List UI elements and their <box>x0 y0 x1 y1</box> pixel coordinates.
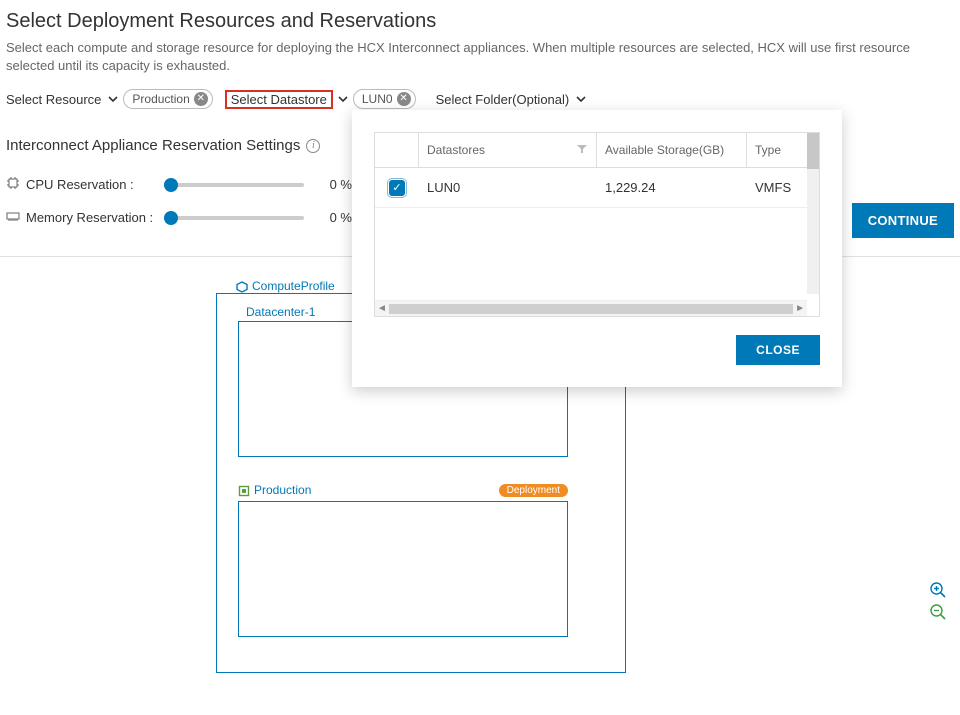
dropdown-footer: CLOSE <box>374 335 820 365</box>
slider-thumb[interactable] <box>164 178 178 192</box>
zoom-out-button[interactable] <box>928 602 948 622</box>
cpu-reservation-slider[interactable] <box>164 183 304 187</box>
row-type: VMFS <box>747 168 807 207</box>
select-datastore-label: Select Datastore <box>229 90 329 109</box>
chevron-down-icon[interactable] <box>107 93 119 105</box>
zoom-controls <box>928 580 948 622</box>
selectors-row: Select Resource Production ✕ Select Data… <box>0 89 960 109</box>
cpu-reservation-value: 0 % <box>312 177 352 192</box>
resource-chip[interactable]: Production ✕ <box>123 89 212 109</box>
row-checkbox-cell: ✓ <box>375 168 419 207</box>
hexagon-icon <box>236 279 248 293</box>
compute-profile-text: ComputeProfile <box>252 279 335 293</box>
continue-button[interactable]: CONTINUE <box>852 203 954 238</box>
datastore-chip[interactable]: LUN0 ✕ <box>353 89 416 109</box>
row-checkbox[interactable]: ✓ <box>389 180 405 196</box>
select-resource-label: Select Resource <box>4 90 103 109</box>
close-icon[interactable]: ✕ <box>194 92 208 106</box>
production-text: Production <box>254 483 311 497</box>
chip-label: Production <box>132 92 189 106</box>
col-type[interactable]: Type <box>747 133 807 167</box>
close-button[interactable]: CLOSE <box>736 335 820 365</box>
table-body-empty <box>375 208 807 300</box>
select-folder-group[interactable]: Select Folder(Optional) <box>434 90 588 109</box>
page-description: Select each compute and storage resource… <box>0 37 960 89</box>
vertical-scrollbar[interactable] <box>807 133 819 294</box>
resource-icon <box>238 483 250 497</box>
row-name: LUN0 <box>419 168 597 207</box>
memory-icon <box>6 209 20 226</box>
chevron-down-icon[interactable] <box>575 93 587 105</box>
scroll-right-icon[interactable]: ► <box>795 303 805 314</box>
select-resource-group[interactable]: Select Resource Production ✕ <box>4 89 213 109</box>
horizontal-scrollbar[interactable]: ◄ ► <box>375 300 807 316</box>
settings-title-text: Interconnect Appliance Reservation Setti… <box>6 137 300 154</box>
select-folder-label: Select Folder(Optional) <box>434 90 572 109</box>
table-row[interactable]: ✓ LUN0 1,229.24 VMFS <box>375 168 807 208</box>
close-icon[interactable]: ✕ <box>397 92 411 106</box>
production-box <box>238 501 568 637</box>
cpu-icon <box>6 176 20 193</box>
memory-reservation-value: 0 % <box>312 210 352 225</box>
info-icon[interactable]: i <box>306 139 320 153</box>
cpu-reservation-label: CPU Reservation : <box>26 177 134 192</box>
scrollbar-thumb[interactable] <box>807 133 819 169</box>
col-datastores[interactable]: Datastores <box>419 133 597 167</box>
compute-profile-label: ComputeProfile <box>236 279 335 293</box>
filter-icon[interactable] <box>576 143 588 158</box>
deployment-badge: Deployment <box>499 484 568 497</box>
scrollbar-thumb[interactable] <box>389 304 793 314</box>
datastore-table: Datastores Available Storage(GB) Type ✓ … <box>374 132 820 317</box>
memory-reservation-label: Memory Reservation : <box>26 210 153 225</box>
zoom-in-button[interactable] <box>928 580 948 600</box>
table-header: Datastores Available Storage(GB) Type <box>375 133 807 168</box>
select-datastore-highlight: Select Datastore <box>225 90 333 109</box>
chevron-down-icon[interactable] <box>337 93 349 105</box>
chip-label: LUN0 <box>362 92 393 106</box>
production-label: Production <box>238 483 311 497</box>
col-checkbox <box>375 133 419 167</box>
memory-reservation-slider[interactable] <box>164 216 304 220</box>
row-available: 1,229.24 <box>597 168 747 207</box>
datastore-dropdown-panel: Datastores Available Storage(GB) Type ✓ … <box>352 110 842 387</box>
col-datastores-label: Datastores <box>427 143 485 157</box>
datacenter-label: Datacenter-1 <box>246 305 315 319</box>
scroll-left-icon[interactable]: ◄ <box>377 303 387 314</box>
select-datastore-group[interactable]: Select Datastore LUN0 ✕ <box>225 89 416 109</box>
page-title: Select Deployment Resources and Reservat… <box>0 0 960 37</box>
slider-thumb[interactable] <box>164 211 178 225</box>
col-available[interactable]: Available Storage(GB) <box>597 133 747 167</box>
